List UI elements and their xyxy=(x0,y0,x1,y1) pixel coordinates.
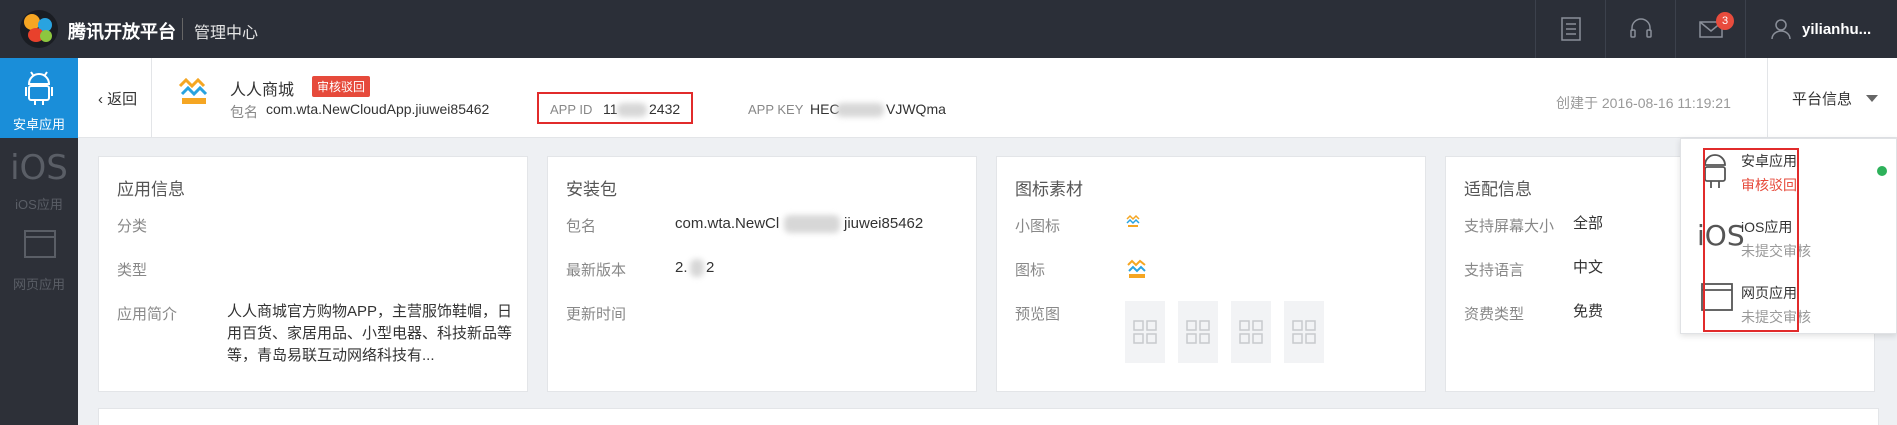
platform-sidebar: 安卓应用 iOS iOS应用 网页应用 xyxy=(0,58,78,425)
image-placeholder-icon xyxy=(1239,320,1263,344)
category-label: 分类 xyxy=(117,218,148,235)
screen-size-value: 全部 xyxy=(1573,215,1604,232)
version-label: 最新版本 xyxy=(566,262,627,279)
headset-icon xyxy=(1630,18,1652,38)
user-menu[interactable]: yilianhu... xyxy=(1745,0,1897,58)
language-value: 中文 xyxy=(1573,259,1604,276)
browser-window-icon xyxy=(24,230,56,258)
status-badge: 审核驳回 xyxy=(312,76,371,97)
sidebar-item-label: 安卓应用 xyxy=(12,117,65,132)
small-app-icon xyxy=(1126,214,1140,227)
redaction-blur xyxy=(836,103,884,117)
package-name: com.wta.NewCloudApp.jiuwei85462 xyxy=(266,101,490,117)
description-label: 应用简介 xyxy=(117,306,178,323)
package-label: 包名 xyxy=(566,218,597,235)
package-value-end: jiuwei85462 xyxy=(844,215,924,232)
created-time: 创建于 2016-08-16 11:19:21 xyxy=(1556,95,1731,111)
back-button[interactable]: ‹ 返回 xyxy=(98,88,137,109)
document-button[interactable] xyxy=(1535,0,1605,58)
online-status-dot xyxy=(1877,166,1887,176)
icon-label: 图标 xyxy=(1015,262,1046,279)
bottom-card xyxy=(98,408,1879,425)
unread-badge: 3 xyxy=(1716,12,1734,30)
app-id-value-end: 2432 xyxy=(649,101,681,117)
username: yilianhu... xyxy=(1802,21,1872,38)
preview-thumbnail[interactable] xyxy=(1125,301,1165,363)
package-label: 包名 xyxy=(230,104,258,120)
app-description: 人人商城官方购物APP，主营服饰鞋帽，日用百货、家居用品、小型电器、科技新品等等… xyxy=(227,303,513,364)
sidebar-item-web[interactable]: 网页应用 xyxy=(0,218,78,298)
package-card: 安装包 包名 com.wta.NewCl jiuwei85462 最新版本 2.… xyxy=(547,156,977,392)
version-value-start: 2. xyxy=(675,259,688,276)
app-name: 人人商城 xyxy=(230,82,295,99)
image-placeholder-icon xyxy=(1133,320,1157,344)
app-icon xyxy=(1127,259,1146,278)
preview-thumbnail[interactable] xyxy=(1284,301,1324,363)
brand-title[interactable]: 腾讯开放平台 xyxy=(68,18,176,44)
android-icon xyxy=(25,71,53,105)
pricing-label: 资费类型 xyxy=(1464,306,1525,323)
sidebar-item-ios[interactable]: iOS iOS应用 xyxy=(0,138,78,218)
type-label: 类型 xyxy=(117,262,148,279)
image-placeholder-icon xyxy=(1186,320,1210,344)
pricing-value: 免费 xyxy=(1573,303,1604,320)
top-navigation-bar: 腾讯开放平台 管理中心 3 yilianhu... xyxy=(0,0,1897,58)
card-title: 安装包 xyxy=(566,180,617,199)
redaction-blur xyxy=(617,103,647,117)
header-divider xyxy=(1767,58,1768,138)
app-key-value-end: VJWQma xyxy=(886,101,946,117)
document-icon xyxy=(1561,17,1581,41)
preview-label: 预览图 xyxy=(1015,306,1061,323)
ios-icon: iOS xyxy=(10,148,68,188)
section-title: 管理中心 xyxy=(194,25,259,42)
card-title: 应用信息 xyxy=(117,180,185,199)
app-logo-icon xyxy=(178,77,208,104)
support-button[interactable] xyxy=(1605,0,1675,58)
user-icon xyxy=(1771,19,1791,40)
version-value-end: 2 xyxy=(706,259,715,276)
app-id-label: APP ID xyxy=(550,102,593,117)
sidebar-item-label: iOS应用 xyxy=(15,197,63,212)
image-placeholder-icon xyxy=(1292,320,1316,344)
redaction-blur xyxy=(690,259,704,277)
preview-thumbnail[interactable] xyxy=(1178,301,1218,363)
app-id-value-start: 11 xyxy=(603,101,618,117)
update-time-label: 更新时间 xyxy=(566,306,627,323)
brand-divider xyxy=(182,18,183,40)
sidebar-item-label: 网页应用 xyxy=(12,277,65,292)
messages-button[interactable]: 3 xyxy=(1675,0,1745,58)
app-info-card: 应用信息 分类 类型 应用简介 人人商城官方购物APP，主营服饰鞋帽，日用百货、… xyxy=(98,156,528,392)
back-label: 返回 xyxy=(107,91,138,108)
preview-thumbnail[interactable] xyxy=(1231,301,1271,363)
dropdown-highlight xyxy=(1703,148,1799,332)
tencent-open-platform-logo[interactable] xyxy=(20,10,58,48)
platform-info-button[interactable]: 平台信息 xyxy=(1792,88,1852,109)
app-key-label: APP KEY xyxy=(748,102,804,117)
chevron-down-icon[interactable] xyxy=(1866,95,1878,102)
redaction-blur xyxy=(784,215,840,233)
small-icon-label: 小图标 xyxy=(1015,218,1061,235)
package-value-start: com.wta.NewCl xyxy=(675,215,780,232)
card-title: 适配信息 xyxy=(1464,180,1532,199)
screen-size-label: 支持屏幕大小 xyxy=(1464,218,1555,235)
sidebar-item-android[interactable]: 安卓应用 xyxy=(0,58,78,138)
card-title: 图标素材 xyxy=(1015,180,1083,199)
header-divider xyxy=(151,58,152,138)
language-label: 支持语言 xyxy=(1464,262,1525,279)
